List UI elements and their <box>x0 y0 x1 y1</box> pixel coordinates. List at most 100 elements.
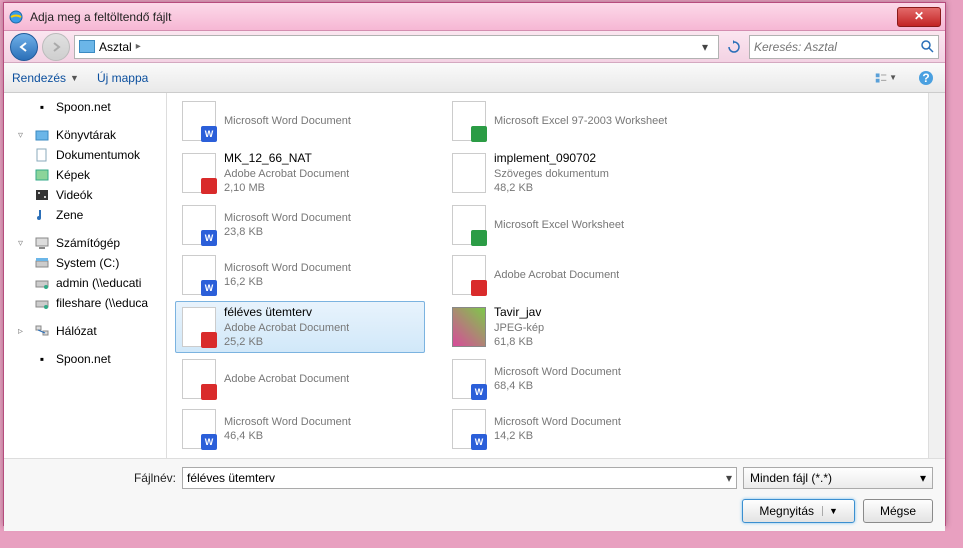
window-title: Adja meg a feltöltendő fájlt <box>30 10 897 24</box>
expand-icon[interactable]: ▹ <box>18 326 28 337</box>
sidebar-item-spoon2[interactable]: ▪ Spoon.net <box>4 349 166 369</box>
file-item[interactable]: WMicrosoft Word Document68,4 KB <box>445 355 695 403</box>
file-size: 23,8 KB <box>224 225 351 239</box>
file-type: Adobe Acrobat Document <box>224 167 349 181</box>
file-type: Microsoft Excel Worksheet <box>494 218 624 232</box>
chevron-down-icon: ▼ <box>70 73 79 83</box>
file-item[interactable]: WMicrosoft Word Document23,8 KB <box>175 201 425 249</box>
chevron-down-icon: ▾ <box>920 471 926 485</box>
sidebar-item-documents[interactable]: Dokumentumok <box>4 145 166 165</box>
file-type-filter[interactable]: Minden fájl (*.*) ▾ <box>743 467 933 489</box>
network-icon <box>34 323 50 339</box>
ie-icon <box>8 9 24 25</box>
refresh-button[interactable] <box>723 36 745 58</box>
svg-text:?: ? <box>922 71 929 85</box>
file-type: Adobe Acrobat Document <box>494 268 619 282</box>
search-icon[interactable] <box>921 40 934 53</box>
file-type: Microsoft Excel 97-2003 Worksheet <box>494 114 667 128</box>
file-type: Microsoft Word Document <box>224 211 351 225</box>
file-size: 25,2 KB <box>224 335 349 349</box>
sidebar-item-videos[interactable]: Videók <box>4 185 166 205</box>
file-type: Microsoft Word Document <box>224 261 351 275</box>
sidebar-item-spoon[interactable]: ▪ Spoon.net <box>4 97 166 117</box>
sidebar-item-music[interactable]: Zene <box>4 205 166 225</box>
close-button[interactable]: ✕ <box>897 7 941 27</box>
file-size: 46,4 KB <box>224 429 351 443</box>
sidebar-item-libraries[interactable]: ▿ Könyvtárak <box>4 125 166 145</box>
open-button[interactable]: Megnyitás ▼ <box>742 499 855 523</box>
search-box[interactable] <box>749 35 939 59</box>
titlebar: Adja meg a feltöltendő fájlt ✕ <box>4 3 945 31</box>
file-item[interactable]: Tavir_javJPEG-kép61,8 KB <box>445 301 695 353</box>
file-item[interactable]: Microsoft Excel 97-2003 Worksheet <box>445 97 695 145</box>
file-open-dialog: Adja meg a feltöltendő fájlt ✕ Asztal ▸ … <box>3 2 946 526</box>
scrollbar[interactable] <box>928 93 945 458</box>
file-type: Adobe Acrobat Document <box>224 372 349 386</box>
collapse-icon[interactable]: ▿ <box>18 130 28 141</box>
network-drive-icon <box>34 275 50 291</box>
file-type: Microsoft Word Document <box>494 365 621 379</box>
sidebar-item-pictures[interactable]: Képek <box>4 165 166 185</box>
file-name: implement_090702 <box>494 151 609 167</box>
forward-button[interactable] <box>42 33 70 61</box>
document-icon <box>34 147 50 163</box>
file-name: Tavir_jav <box>494 305 544 321</box>
path-segment[interactable]: Asztal <box>99 40 132 54</box>
path-dropdown[interactable]: ▾ <box>696 40 714 54</box>
view-button[interactable]: ▼ <box>875 67 897 89</box>
new-folder-button[interactable]: Új mappa <box>97 71 148 85</box>
filename-label: Fájlnév: <box>16 471 176 485</box>
back-button[interactable] <box>10 33 38 61</box>
content-area: ▪ Spoon.net ▿ Könyvtárak Dokumentumok Ké… <box>4 93 945 458</box>
bottom-bar: Fájlnév: ▾ Minden fájl (*.*) ▾ Megnyitás… <box>4 458 945 531</box>
chevron-down-icon: ▼ <box>889 73 897 82</box>
collapse-icon[interactable]: ▿ <box>18 238 28 249</box>
libraries-icon <box>34 127 50 143</box>
app-icon: ▪ <box>34 99 50 115</box>
file-item[interactable]: féléves ütemtervAdobe Acrobat Document25… <box>175 301 425 353</box>
app-icon: ▪ <box>34 351 50 367</box>
filename-input[interactable] <box>187 471 726 485</box>
file-name: féléves ütemterv <box>224 305 349 321</box>
chevron-down-icon[interactable]: ▾ <box>726 471 732 485</box>
file-type: Szöveges dokumentum <box>494 167 609 181</box>
sidebar-item-drive-admin[interactable]: admin (\\educati <box>4 273 166 293</box>
file-item[interactable]: WMicrosoft Word Document46,4 KB <box>175 405 425 453</box>
address-bar[interactable]: Asztal ▸ ▾ <box>74 35 719 59</box>
toolbar: Rendezés ▼ Új mappa ▼ ? <box>4 63 945 93</box>
file-type: Microsoft Word Document <box>494 415 621 429</box>
file-size: 68,4 KB <box>494 379 621 393</box>
pictures-icon <box>34 167 50 183</box>
file-item[interactable]: MK_12_66_NATAdobe Acrobat Document2,10 M… <box>175 147 425 199</box>
file-item[interactable]: WMicrosoft Word Document16,2 KB <box>175 251 425 299</box>
sidebar: ▪ Spoon.net ▿ Könyvtárak Dokumentumok Ké… <box>4 93 167 458</box>
file-item[interactable]: WMicrosoft Word Document14,2 KB <box>445 405 695 453</box>
chevron-right-icon[interactable]: ▸ <box>136 41 141 52</box>
computer-icon <box>34 235 50 251</box>
sidebar-item-computer[interactable]: ▿ Számítógép <box>4 233 166 253</box>
file-item[interactable]: Adobe Acrobat Document <box>445 251 695 299</box>
file-size: 2,10 MB <box>224 181 349 195</box>
open-split-icon[interactable]: ▼ <box>822 506 838 516</box>
sidebar-item-drive-c[interactable]: System (C:) <box>4 253 166 273</box>
search-input[interactable] <box>754 40 921 54</box>
file-size: 14,2 KB <box>494 429 621 443</box>
desktop-icon <box>79 40 95 53</box>
help-button[interactable]: ? <box>915 67 937 89</box>
file-list[interactable]: WMicrosoft Word DocumentMK_12_66_NATAdob… <box>167 93 928 458</box>
filename-combo[interactable]: ▾ <box>182 467 737 489</box>
cancel-button[interactable]: Mégse <box>863 499 933 523</box>
file-type: Adobe Acrobat Document <box>224 321 349 335</box>
sidebar-item-network[interactable]: ▹ Hálózat <box>4 321 166 341</box>
network-drive-icon <box>34 295 50 311</box>
file-item[interactable]: Adobe Acrobat Document <box>175 355 425 403</box>
file-item[interactable]: Microsoft Excel Worksheet <box>445 201 695 249</box>
music-icon <box>34 207 50 223</box>
file-type: JPEG-kép <box>494 321 544 335</box>
file-item[interactable]: implement_090702Szöveges dokumentum48,2 … <box>445 147 695 199</box>
sidebar-item-drive-fileshare[interactable]: fileshare (\\educa <box>4 293 166 313</box>
file-size: 61,8 KB <box>494 335 544 349</box>
file-item[interactable]: WMicrosoft Word Document <box>175 97 425 145</box>
organize-button[interactable]: Rendezés ▼ <box>12 71 79 85</box>
drive-icon <box>34 255 50 271</box>
